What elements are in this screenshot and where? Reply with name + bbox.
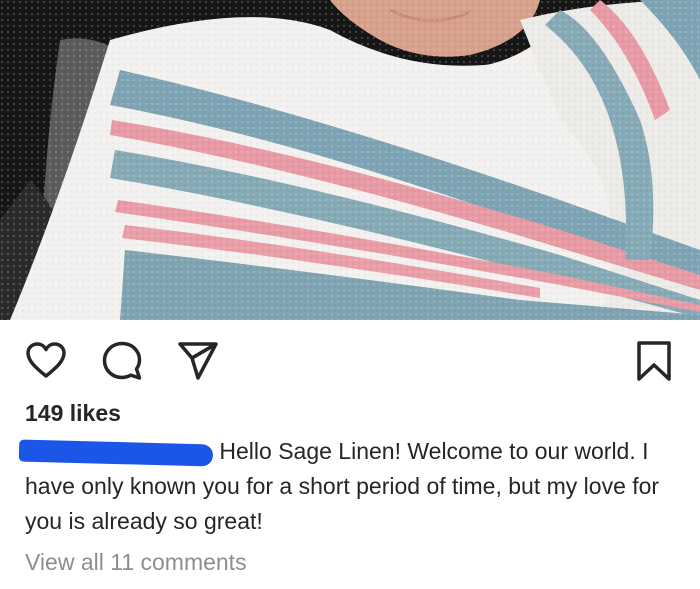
comment-icon[interactable] xyxy=(100,339,144,383)
post-caption: Hello Sage Linen! Welcome to our world. … xyxy=(18,434,675,539)
post-photo[interactable] xyxy=(0,0,700,320)
post-action-bar xyxy=(0,320,700,396)
redaction-mark xyxy=(18,439,214,467)
redacted-username[interactable] xyxy=(18,439,214,467)
swaddled-baby-image xyxy=(0,0,700,320)
view-all-comments-link[interactable]: View all 11 comments xyxy=(25,546,247,578)
share-icon[interactable] xyxy=(176,339,220,383)
like-count[interactable]: 149 likes xyxy=(25,397,121,429)
bookmark-icon[interactable] xyxy=(632,339,676,383)
heart-icon[interactable] xyxy=(24,339,68,383)
